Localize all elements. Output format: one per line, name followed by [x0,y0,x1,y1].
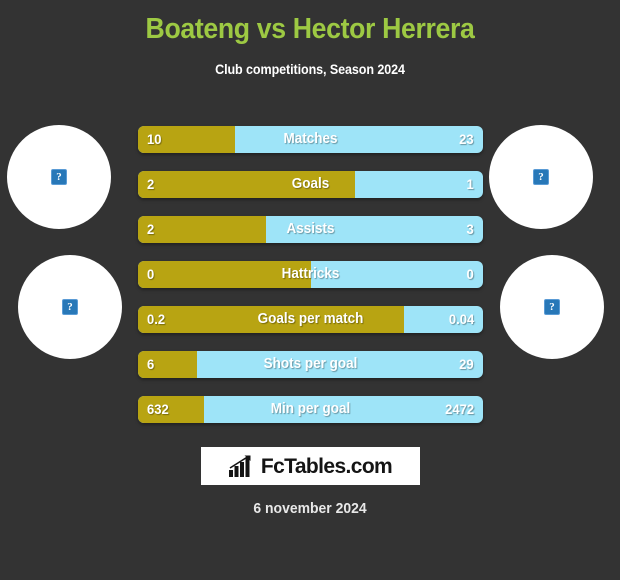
avatar-left-player-bottom [18,255,122,359]
stat-comparison-page: Boateng vs Hector Herrera Club competiti… [0,0,620,580]
stat-label: Goals per match [257,311,364,327]
stat-bar-row: 6 Shots per goal 29 [138,351,483,378]
broken-image-icon [62,299,78,315]
stat-value-right: 1 [466,176,474,192]
stat-bar-row: 2 Goals 1 [138,171,483,198]
page-subtitle: Club competitions, Season 2024 [215,62,405,77]
fctables-logo[interactable]: FcTables.com [201,447,420,485]
stat-value-right: 0.04 [448,311,474,327]
bar-chart-icon [228,455,251,477]
stat-bar-row: 632 Min per goal 2472 [138,396,483,423]
stat-bar-row: 0 Hattricks 0 [138,261,483,288]
stat-label: Min per goal [270,401,351,417]
stat-label: Shots per goal [263,356,358,372]
stat-label: Assists [286,221,335,237]
avatar-left-player-top [7,125,111,229]
broken-image-icon [533,169,549,185]
page-title: Boateng vs Hector Herrera [145,13,475,45]
stat-bar-list: 10 Matches 23 2 Goals 1 2 Assists 3 0 Hattricks 0 0.… [138,126,483,441]
fctables-logo-text: FcTables.com [260,454,393,478]
stat-label: Matches [283,131,338,147]
stat-value-right: 0 [466,266,474,282]
stat-value-right: 3 [466,221,474,237]
stat-value-right: 29 [459,356,474,372]
stat-label: Goals [291,176,330,192]
stat-bar-row: 2 Assists 3 [138,216,483,243]
stat-value-right: 2472 [445,401,474,417]
broken-image-icon [544,299,560,315]
date-label: 6 november 2024 [253,500,367,517]
avatar-right-player-bottom [500,255,604,359]
avatar-right-player-top [489,125,593,229]
stat-value-right: 23 [459,131,474,147]
broken-image-icon [51,169,67,185]
stat-bar-row: 10 Matches 23 [138,126,483,153]
stat-label: Hattricks [281,266,340,282]
stat-bar-row: 0.2 Goals per match 0.04 [138,306,483,333]
